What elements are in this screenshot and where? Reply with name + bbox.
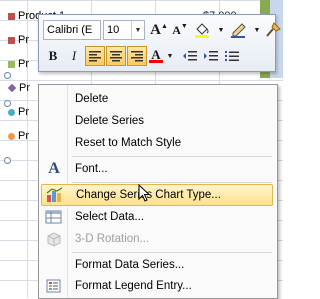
italic-icon: I bbox=[71, 48, 77, 63]
grow-font-icon: A bbox=[150, 21, 161, 38]
mini-toolbar-row-1: Calibri (E 10 ▼ A ▲ A ▼ ▼ ▼ bbox=[43, 19, 284, 41]
legend-entry[interactable]: Pr bbox=[8, 130, 29, 142]
fill-color-button[interactable] bbox=[191, 20, 215, 40]
menu-separator bbox=[72, 156, 272, 157]
legend-entry[interactable]: Pr bbox=[8, 34, 29, 46]
format-legend-icon bbox=[41, 275, 67, 297]
menu-item-label: Reset to Match Style bbox=[75, 137, 182, 149]
menu-item-font[interactable]: A Font... bbox=[41, 158, 273, 180]
menu-item-label: Select Data... bbox=[75, 211, 145, 223]
paint-bucket-icon bbox=[195, 23, 209, 38]
menu-item-reset-style[interactable]: Reset to Match Style bbox=[41, 132, 273, 154]
font-size-value: 10 bbox=[107, 24, 120, 36]
menu-separator bbox=[72, 182, 272, 183]
font-size-combo[interactable]: 10 ▼ bbox=[103, 20, 145, 40]
font-color-swatch bbox=[149, 60, 163, 63]
legend-swatch bbox=[8, 36, 15, 44]
bullets-icon bbox=[225, 51, 239, 61]
3d-rotation-icon bbox=[41, 228, 67, 250]
legend-entry[interactable]: Pr bbox=[8, 58, 29, 70]
menu-icon-blank bbox=[41, 88, 67, 110]
legend-label: Pr bbox=[18, 34, 29, 46]
italic-button[interactable]: I bbox=[64, 46, 84, 66]
legend-entry[interactable]: Pr bbox=[8, 106, 29, 118]
align-right-button[interactable] bbox=[127, 46, 147, 66]
decrease-indent-icon bbox=[183, 51, 197, 61]
border-color-button[interactable] bbox=[227, 20, 251, 40]
select-data-icon bbox=[41, 206, 67, 228]
bold-icon: B bbox=[48, 48, 58, 63]
format-painter-icon bbox=[266, 22, 281, 37]
align-left-button[interactable] bbox=[85, 46, 105, 66]
shrink-font-button[interactable]: A ▼ bbox=[170, 20, 190, 40]
legend-swatch bbox=[7, 83, 17, 93]
align-left-icon bbox=[89, 51, 101, 62]
decrease-indent-button[interactable] bbox=[180, 46, 200, 66]
mini-toolbar-row-2: B I A ▼ bbox=[43, 45, 243, 67]
menu-item-change-chart-type[interactable]: Change Series Chart Type... bbox=[41, 184, 273, 206]
border-color-dropdown[interactable]: ▼ bbox=[252, 20, 262, 40]
chart-type-icon bbox=[42, 184, 68, 206]
menu-item-delete-series[interactable]: Delete Series bbox=[41, 110, 273, 132]
grow-font-button[interactable]: A ▲ bbox=[149, 20, 169, 40]
font-color-button[interactable]: A bbox=[148, 46, 164, 66]
menu-icon-blank bbox=[41, 132, 67, 154]
selection-handle[interactable] bbox=[4, 72, 11, 79]
menu-item-delete[interactable]: Delete bbox=[41, 88, 273, 110]
fill-color-dropdown[interactable]: ▼ bbox=[216, 20, 226, 40]
align-center-icon bbox=[110, 51, 122, 62]
menu-item-3d-rotation[interactable]: 3-D Rotation... bbox=[41, 228, 273, 250]
menu-item-label: 3-D Rotation... bbox=[75, 233, 150, 245]
menu-item-label: Format Data Series... bbox=[75, 259, 185, 271]
bullets-button[interactable] bbox=[222, 46, 242, 66]
menu-item-label: Delete bbox=[75, 93, 109, 105]
menu-separator bbox=[72, 252, 272, 253]
grow-arrow-icon: ▲ bbox=[160, 22, 168, 30]
legend-label: Pr bbox=[18, 130, 29, 142]
font-icon: A bbox=[48, 160, 60, 177]
menu-icon-blank bbox=[41, 254, 67, 276]
align-center-button[interactable] bbox=[106, 46, 126, 66]
shrink-font-icon: A bbox=[172, 22, 181, 37]
legend-swatch bbox=[8, 60, 15, 68]
legend-label: Pr bbox=[19, 82, 30, 94]
menu-item-format-legend-entry[interactable]: Format Legend Entry... bbox=[41, 275, 273, 297]
legend-swatch bbox=[8, 12, 15, 20]
selection-handle[interactable] bbox=[4, 100, 11, 107]
legend-swatch bbox=[8, 108, 15, 116]
align-right-icon bbox=[131, 51, 143, 62]
font-name-value: Calibri (E bbox=[47, 24, 93, 36]
legend-swatch bbox=[8, 132, 15, 140]
legend-entry-selected[interactable]: Pr bbox=[7, 82, 30, 94]
font-color-dropdown[interactable]: ▼ bbox=[165, 46, 175, 66]
legend-label: Pr bbox=[18, 58, 29, 70]
menu-item-select-data[interactable]: Select Data... bbox=[41, 206, 273, 228]
legend-label: Pr bbox=[18, 106, 29, 118]
bold-button[interactable]: B bbox=[43, 46, 63, 66]
increase-indent-icon bbox=[204, 51, 218, 61]
menu-item-label: Format Legend Entry... bbox=[75, 280, 192, 292]
chevron-down-icon[interactable]: ▼ bbox=[131, 21, 144, 39]
selection-handle[interactable] bbox=[4, 157, 11, 164]
format-painter-button[interactable] bbox=[263, 20, 283, 40]
menu-icon-blank bbox=[41, 110, 67, 132]
increase-indent-button[interactable] bbox=[201, 46, 221, 66]
menu-item-label: Delete Series bbox=[75, 115, 145, 127]
menu-item-label: Font... bbox=[75, 163, 108, 175]
mouse-cursor-icon bbox=[138, 184, 151, 202]
context-menu: Delete Delete Series Reset to Match Styl… bbox=[38, 84, 278, 299]
pencil-icon bbox=[231, 23, 246, 38]
mini-toolbar: Calibri (E 10 ▼ A ▲ A ▼ ▼ ▼ B I A ▼ bbox=[38, 14, 281, 72]
shrink-arrow-icon: ▼ bbox=[180, 22, 188, 30]
font-color-icon: A bbox=[151, 47, 161, 62]
menu-item-format-data-series[interactable]: Format Data Series... bbox=[41, 254, 273, 276]
font-name-combo[interactable]: Calibri (E bbox=[43, 20, 101, 40]
